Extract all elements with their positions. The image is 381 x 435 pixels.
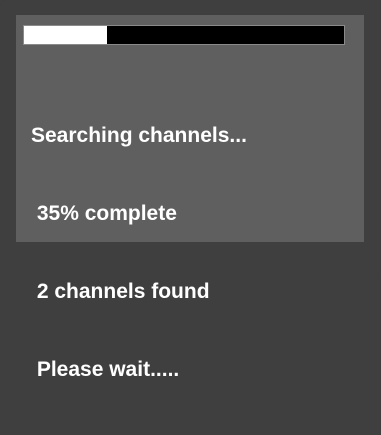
percent-complete-text: 35% complete [31, 202, 177, 225]
search-progress-fill [24, 26, 108, 44]
search-status-text: Searching channels... 35% complete 2 cha… [31, 71, 247, 435]
search-progress-bar [23, 25, 345, 45]
searching-message: Searching channels... [31, 124, 247, 147]
channels-found-text: 2 channels found [31, 280, 210, 303]
channel-search-panel: Searching channels... 35% complete 2 cha… [16, 15, 364, 381]
dialog-frame: Searching channels... 35% complete 2 cha… [0, 0, 381, 381]
please-wait-text: Please wait..... [31, 358, 180, 381]
